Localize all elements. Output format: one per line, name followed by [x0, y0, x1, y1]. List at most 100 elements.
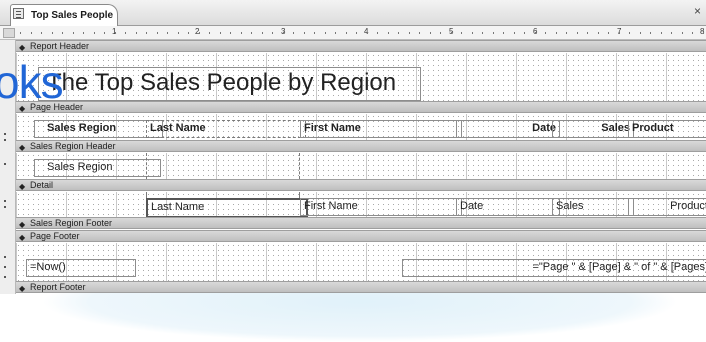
ruler-tick — [188, 32, 189, 34]
ruler-tick — [335, 32, 336, 34]
section-arrow-icon: ◆ — [19, 182, 26, 191]
date-header-label[interactable]: Date — [456, 120, 560, 138]
ruler-tick — [20, 32, 21, 34]
selector-dot — [4, 206, 6, 208]
ruler-tick — [661, 32, 662, 34]
selector-dot — [4, 256, 6, 258]
section-bar-sales-region-header[interactable]: ◆ Sales Region Header — [16, 140, 706, 152]
first-name-textbox[interactable]: First Name — [300, 198, 462, 216]
sales-region-header-label[interactable]: Sales Region — [34, 120, 163, 138]
section-label: Report Footer — [30, 282, 86, 292]
report-selector[interactable] — [3, 28, 15, 38]
product-textbox[interactable]: Product — [628, 198, 706, 216]
ruler-tick — [220, 32, 221, 34]
ruler-tick — [304, 32, 305, 34]
date-textbox[interactable]: Date — [456, 198, 560, 216]
ruler-tick — [398, 32, 399, 34]
selector-dot — [4, 200, 6, 202]
tab-top-sales-people[interactable]: Top Sales People — [10, 4, 118, 27]
page-footer-area[interactable]: =Now() ="Page " & [Page] & " of " & [Pag… — [16, 243, 706, 281]
section-bar-sales-region-footer[interactable]: ◆ Sales Region Footer — [16, 217, 706, 229]
ruler-tick — [241, 32, 242, 34]
section-label: Report Header — [30, 41, 90, 51]
ruler-tick — [556, 32, 557, 34]
close-icon[interactable]: × — [694, 4, 701, 18]
section-arrow-icon: ◆ — [19, 284, 26, 293]
sales-region-textbox[interactable]: Sales Region — [34, 159, 161, 177]
ruler-tick — [73, 32, 74, 34]
ruler-tick — [94, 32, 95, 34]
ruler-tick — [178, 32, 179, 34]
ruler-tick — [209, 32, 210, 34]
first-name-header-label[interactable]: First Name — [300, 120, 462, 138]
ruler-tick — [136, 32, 137, 34]
ruler-tick — [461, 32, 462, 34]
ruler-tick — [514, 32, 515, 34]
section-bar-page-header[interactable]: ◆ Page Header — [16, 101, 706, 113]
ruler-tick — [356, 32, 357, 34]
report-header-area[interactable]: The Top Sales People by Region — [16, 53, 706, 101]
section-arrow-icon: ◆ — [19, 220, 26, 229]
ruler-tick — [619, 32, 620, 34]
section-bar-detail[interactable]: ◆ Detail — [16, 179, 706, 191]
ruler-tick — [41, 32, 42, 34]
selector-dot — [4, 266, 6, 268]
section-arrow-icon: ◆ — [19, 233, 26, 242]
ruler-tick — [535, 32, 536, 34]
ruler-tick — [472, 32, 473, 34]
ruler-tick — [283, 32, 284, 34]
horizontal-ruler: 1 2 3 4 5 6 7 8 — [0, 26, 706, 40]
ruler-tick — [115, 32, 116, 34]
ruler-tick — [682, 32, 683, 34]
ruler-tick — [703, 32, 704, 34]
ruler-tick — [230, 32, 231, 34]
ruler-tick — [272, 32, 273, 34]
ruler-tick — [409, 32, 410, 34]
ruler-tick — [367, 32, 368, 34]
last-name-column-guide — [146, 153, 300, 179]
section-label: Sales Region Header — [30, 141, 116, 151]
now-expression-textbox[interactable]: =Now() — [26, 259, 136, 277]
ruler-tick — [650, 32, 651, 34]
detail-area[interactable]: Last Name First Name Date Sales Product — [16, 192, 706, 218]
ruler-tick — [262, 32, 263, 34]
page-header-area[interactable]: Sales Region Last Name First Name Date S… — [16, 114, 706, 140]
sales-header-label[interactable]: Sales — [552, 120, 634, 138]
ruler-tick — [598, 32, 599, 34]
ruler-tick — [388, 32, 389, 34]
section-arrow-icon: ◆ — [19, 143, 26, 152]
section-bar-page-footer[interactable]: ◆ Page Footer — [16, 230, 706, 242]
ruler-tick — [346, 32, 347, 34]
ruler-tick — [52, 32, 53, 34]
ruler-tick — [167, 32, 168, 34]
sales-textbox[interactable]: Sales — [552, 198, 634, 216]
watermark-text: oks — [0, 56, 64, 108]
section-label: Page Footer — [30, 231, 80, 241]
page-number-expression-textbox[interactable]: ="Page " & [Page] & " of " & [Pages] — [402, 259, 706, 277]
ruler-tick — [125, 32, 126, 34]
section-arrow-icon: ◆ — [19, 43, 26, 52]
ruler-tick — [587, 32, 588, 34]
last-name-textbox[interactable]: Last Name — [146, 198, 308, 218]
ruler-tick — [608, 32, 609, 34]
ruler-tick — [629, 32, 630, 34]
selector-dot — [4, 163, 6, 165]
last-name-header-label[interactable]: Last Name — [146, 120, 306, 138]
ruler-tick — [545, 32, 546, 34]
section-label: Sales Region Footer — [30, 218, 113, 228]
ruler-tick — [62, 32, 63, 34]
report-title-label[interactable]: The Top Sales People by Region — [38, 67, 421, 101]
sales-region-header-area[interactable]: Sales Region — [16, 153, 706, 179]
product-header-label[interactable]: Product — [628, 120, 706, 138]
ruler-tick — [377, 32, 378, 34]
ruler-tick — [199, 32, 200, 34]
ruler-tick — [293, 32, 294, 34]
section-bar-report-header[interactable]: ◆ Report Header — [16, 40, 706, 52]
ruler-tick — [314, 32, 315, 34]
selector-dot — [4, 276, 6, 278]
ruler-tick — [640, 32, 641, 34]
ruler-tick — [692, 32, 693, 34]
selector-dot — [4, 139, 6, 141]
section-bar-report-footer[interactable]: ◆ Report Footer — [16, 281, 706, 293]
ruler-tick — [493, 32, 494, 34]
